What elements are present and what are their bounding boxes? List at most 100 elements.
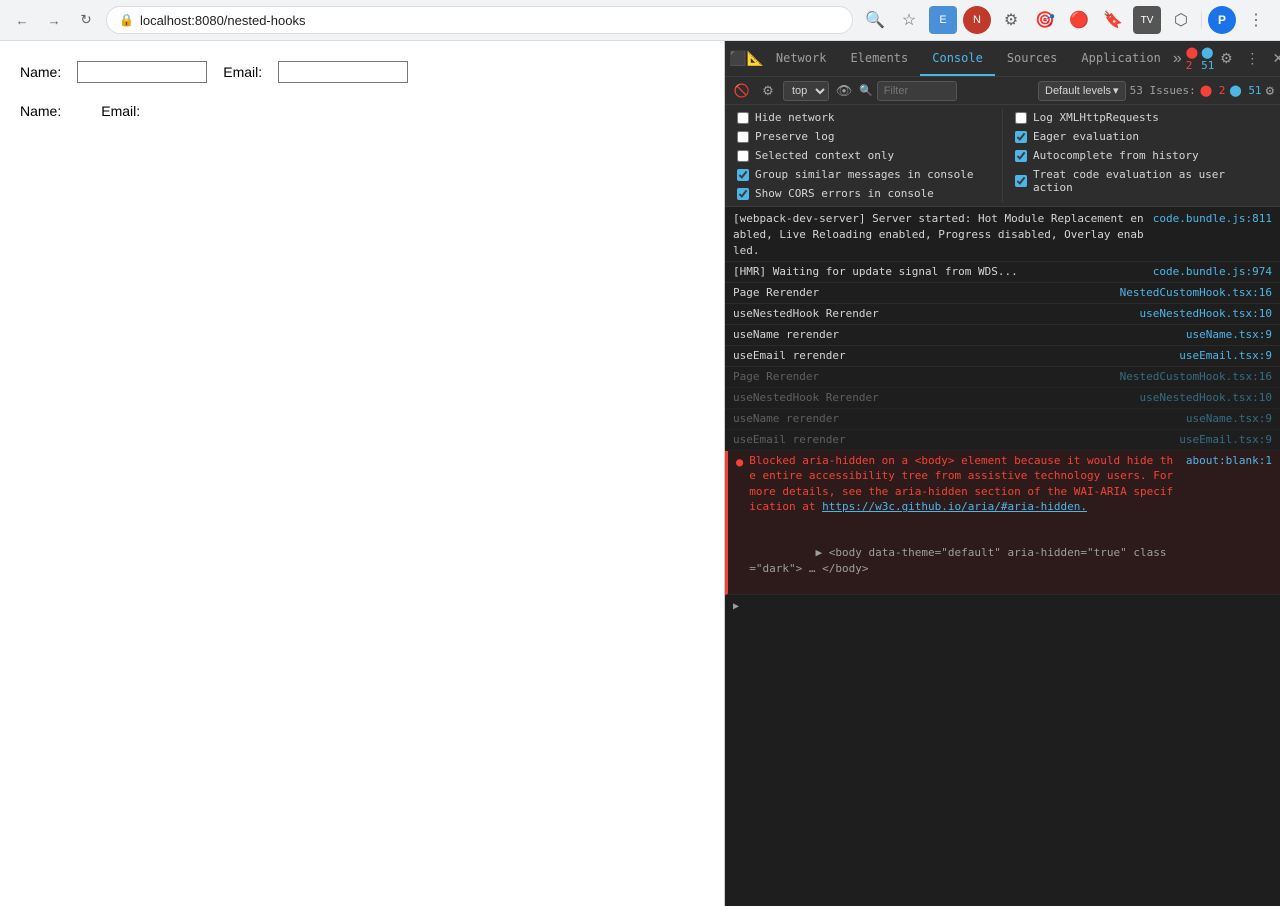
profile-avatar[interactable]: P — [1208, 6, 1236, 34]
autocomplete-label: Autocomplete from history — [1033, 149, 1199, 162]
static-name: Name: — [20, 103, 61, 119]
ext4-button[interactable]: 🎯 — [1031, 6, 1059, 34]
option-treat-code[interactable]: Treat code evaluation as user action — [1011, 166, 1272, 196]
page-content: Name: Email: Name: Email: — [0, 41, 725, 906]
log-source-useemail2[interactable]: useEmail.tsx:9 — [1179, 432, 1272, 448]
option-eager-eval[interactable]: Eager evaluation — [1011, 128, 1272, 145]
security-icon: 🔒 — [119, 13, 134, 27]
eye-button[interactable]: 👁 — [833, 80, 855, 102]
treat-code-checkbox[interactable] — [1015, 175, 1027, 187]
browser-toolbar: ← → ↻ 🔒 localhost:8080/nested-hooks 🔍 ☆ … — [0, 0, 1280, 40]
toolbar-gear-icon[interactable]: ⚙ — [1266, 83, 1274, 99]
name-input[interactable] — [77, 61, 207, 83]
tab-application[interactable]: Application — [1069, 41, 1172, 76]
options-left: Hide network Preserve log Selected conte… — [733, 109, 994, 202]
devtools-tabs: ⬛ 📐 Network Elements Console Sources App… — [725, 41, 1280, 77]
hide-network-checkbox[interactable] — [737, 112, 749, 124]
issue-blue-count: ⬤ 51 — [1229, 84, 1261, 97]
email-input[interactable] — [278, 61, 408, 83]
option-cors-errors[interactable]: Show CORS errors in console — [733, 185, 994, 202]
menu-button[interactable]: ⋮ — [1242, 6, 1270, 34]
eager-eval-checkbox[interactable] — [1015, 131, 1027, 143]
eager-eval-label: Eager evaluation — [1033, 130, 1139, 143]
console-settings-button[interactable]: ⚙ — [757, 80, 779, 102]
forward-button[interactable]: → — [42, 8, 66, 32]
static-row: Name: Email: — [20, 103, 704, 119]
log-source-hmr[interactable]: code.bundle.js:974 — [1153, 264, 1272, 280]
log-entry-username2: useName rerender useName.tsx:9 — [725, 409, 1280, 430]
log-source-webpack[interactable]: code.bundle.js:811 — [1153, 211, 1272, 227]
log-xml-checkbox[interactable] — [1015, 112, 1027, 124]
log-text-useemail2: useEmail rerender — [733, 432, 1171, 448]
close-devtools-button[interactable]: ✕ — [1266, 47, 1280, 71]
log-entry-blocked: ● Blocked aria-hidden on a <body> elemen… — [725, 451, 1280, 595]
log-source-username1[interactable]: useName.tsx:9 — [1186, 327, 1272, 343]
url-text: localhost:8080/nested-hooks — [140, 13, 306, 28]
tab-console[interactable]: Console — [920, 41, 995, 76]
filter-input[interactable] — [877, 81, 957, 101]
ext6-button[interactable]: 🔖 — [1099, 6, 1127, 34]
back-button[interactable]: ← — [10, 8, 34, 32]
settings-button[interactable]: ⚙ — [1214, 47, 1238, 71]
option-preserve-log[interactable]: Preserve log — [733, 128, 994, 145]
error-code-line: ▶ <body data-theme="default" aria-hidden… — [749, 546, 1166, 574]
log-source-usenestedhook1[interactable]: useNestedHook.tsx:10 — [1140, 306, 1272, 322]
name-label: Name: — [20, 64, 61, 80]
levels-dropdown[interactable]: Default levels ▾ — [1038, 81, 1126, 101]
option-group-similar[interactable]: Group similar messages in console — [733, 166, 994, 183]
issues-badge: ⬤ 2 ⬤ 51 — [1186, 46, 1215, 72]
log-source-useemail1[interactable]: useEmail.tsx:9 — [1179, 348, 1272, 364]
preserve-log-checkbox[interactable] — [737, 131, 749, 143]
devtools-icon-btn2[interactable]: 📐 — [746, 47, 763, 71]
log-entry-useemail2: useEmail rerender useEmail.tsx:9 — [725, 430, 1280, 451]
address-bar[interactable]: 🔒 localhost:8080/nested-hooks — [106, 6, 853, 34]
customize-button[interactable]: ⋮ — [1240, 47, 1264, 71]
selected-context-checkbox[interactable] — [737, 150, 749, 162]
option-selected-context[interactable]: Selected context only — [733, 147, 994, 164]
option-log-xml[interactable]: Log XMLHttpRequests — [1011, 109, 1272, 126]
context-select[interactable]: top — [783, 81, 829, 101]
bookmark-star-button[interactable]: ☆ — [895, 6, 923, 34]
log-entry-useemail1: useEmail rerender useEmail.tsx:9 — [725, 346, 1280, 367]
reload-button[interactable]: ↻ — [74, 8, 98, 32]
console-output[interactable]: [webpack-dev-server] Server started: Hot… — [725, 207, 1280, 906]
devtools-icon-btn1[interactable]: ⬛ — [729, 47, 746, 71]
ext2-button[interactable]: N — [963, 6, 991, 34]
log-source-username2[interactable]: useName.tsx:9 — [1186, 411, 1272, 427]
browser-chrome: ← → ↻ 🔒 localhost:8080/nested-hooks 🔍 ☆ … — [0, 0, 1280, 41]
log-source-usenestedhook2[interactable]: useNestedHook.tsx:10 — [1140, 390, 1272, 406]
log-source-page-rerender2[interactable]: NestedCustomHook.tsx:16 — [1120, 369, 1272, 385]
log-source-page-rerender1[interactable]: NestedCustomHook.tsx:16 — [1120, 285, 1272, 301]
option-hide-network[interactable]: Hide network — [733, 109, 994, 126]
selected-context-label: Selected context only — [755, 149, 894, 162]
group-similar-checkbox[interactable] — [737, 169, 749, 181]
cors-errors-checkbox[interactable] — [737, 188, 749, 200]
ext8-button[interactable]: ⬡ — [1167, 6, 1195, 34]
tab-sources[interactable]: Sources — [995, 41, 1070, 76]
log-source-blocked[interactable]: about:blank:1 — [1186, 453, 1272, 469]
treat-code-label: Treat code evaluation as user action — [1033, 168, 1268, 194]
tab-network[interactable]: Network — [764, 41, 839, 76]
search-button[interactable]: 🔍 — [861, 6, 889, 34]
browser-icons: 🔍 ☆ E N ⚙ 🎯 🔴 🔖 TV ⬡ P ⋮ — [861, 6, 1270, 34]
expand-icon: ▶ — [733, 599, 739, 615]
ext3-button[interactable]: ⚙ — [997, 6, 1025, 34]
clear-console-button[interactable]: 🚫 — [731, 80, 753, 102]
group-similar-label: Group similar messages in console — [755, 168, 974, 181]
main-area: Name: Email: Name: Email: ⬛ 📐 Network El… — [0, 41, 1280, 906]
aria-hidden-link[interactable]: https://w3c.github.io/aria/#aria-hidden. — [822, 500, 1087, 513]
option-autocomplete[interactable]: Autocomplete from history — [1011, 147, 1272, 164]
autocomplete-checkbox[interactable] — [1015, 150, 1027, 162]
ext7-button[interactable]: TV — [1133, 6, 1161, 34]
console-options: Hide network Preserve log Selected conte… — [725, 105, 1280, 207]
log-entry-page-rerender1: Page Rerender NestedCustomHook.tsx:16 — [725, 283, 1280, 304]
log-entry-hmr: [HMR] Waiting for update signal from WDS… — [725, 262, 1280, 283]
tab-elements[interactable]: Elements — [838, 41, 920, 76]
log-entry-usenestedhook1: useNestedHook Rerender useNestedHook.tsx… — [725, 304, 1280, 325]
email-label: Email: — [223, 64, 262, 80]
ext1-button[interactable]: E — [929, 6, 957, 34]
log-text-username2: useName rerender — [733, 411, 1178, 427]
more-tabs-button[interactable]: » — [1173, 47, 1182, 71]
ext5-button[interactable]: 🔴 — [1065, 6, 1093, 34]
log-text-username1: useName rerender — [733, 327, 1178, 343]
